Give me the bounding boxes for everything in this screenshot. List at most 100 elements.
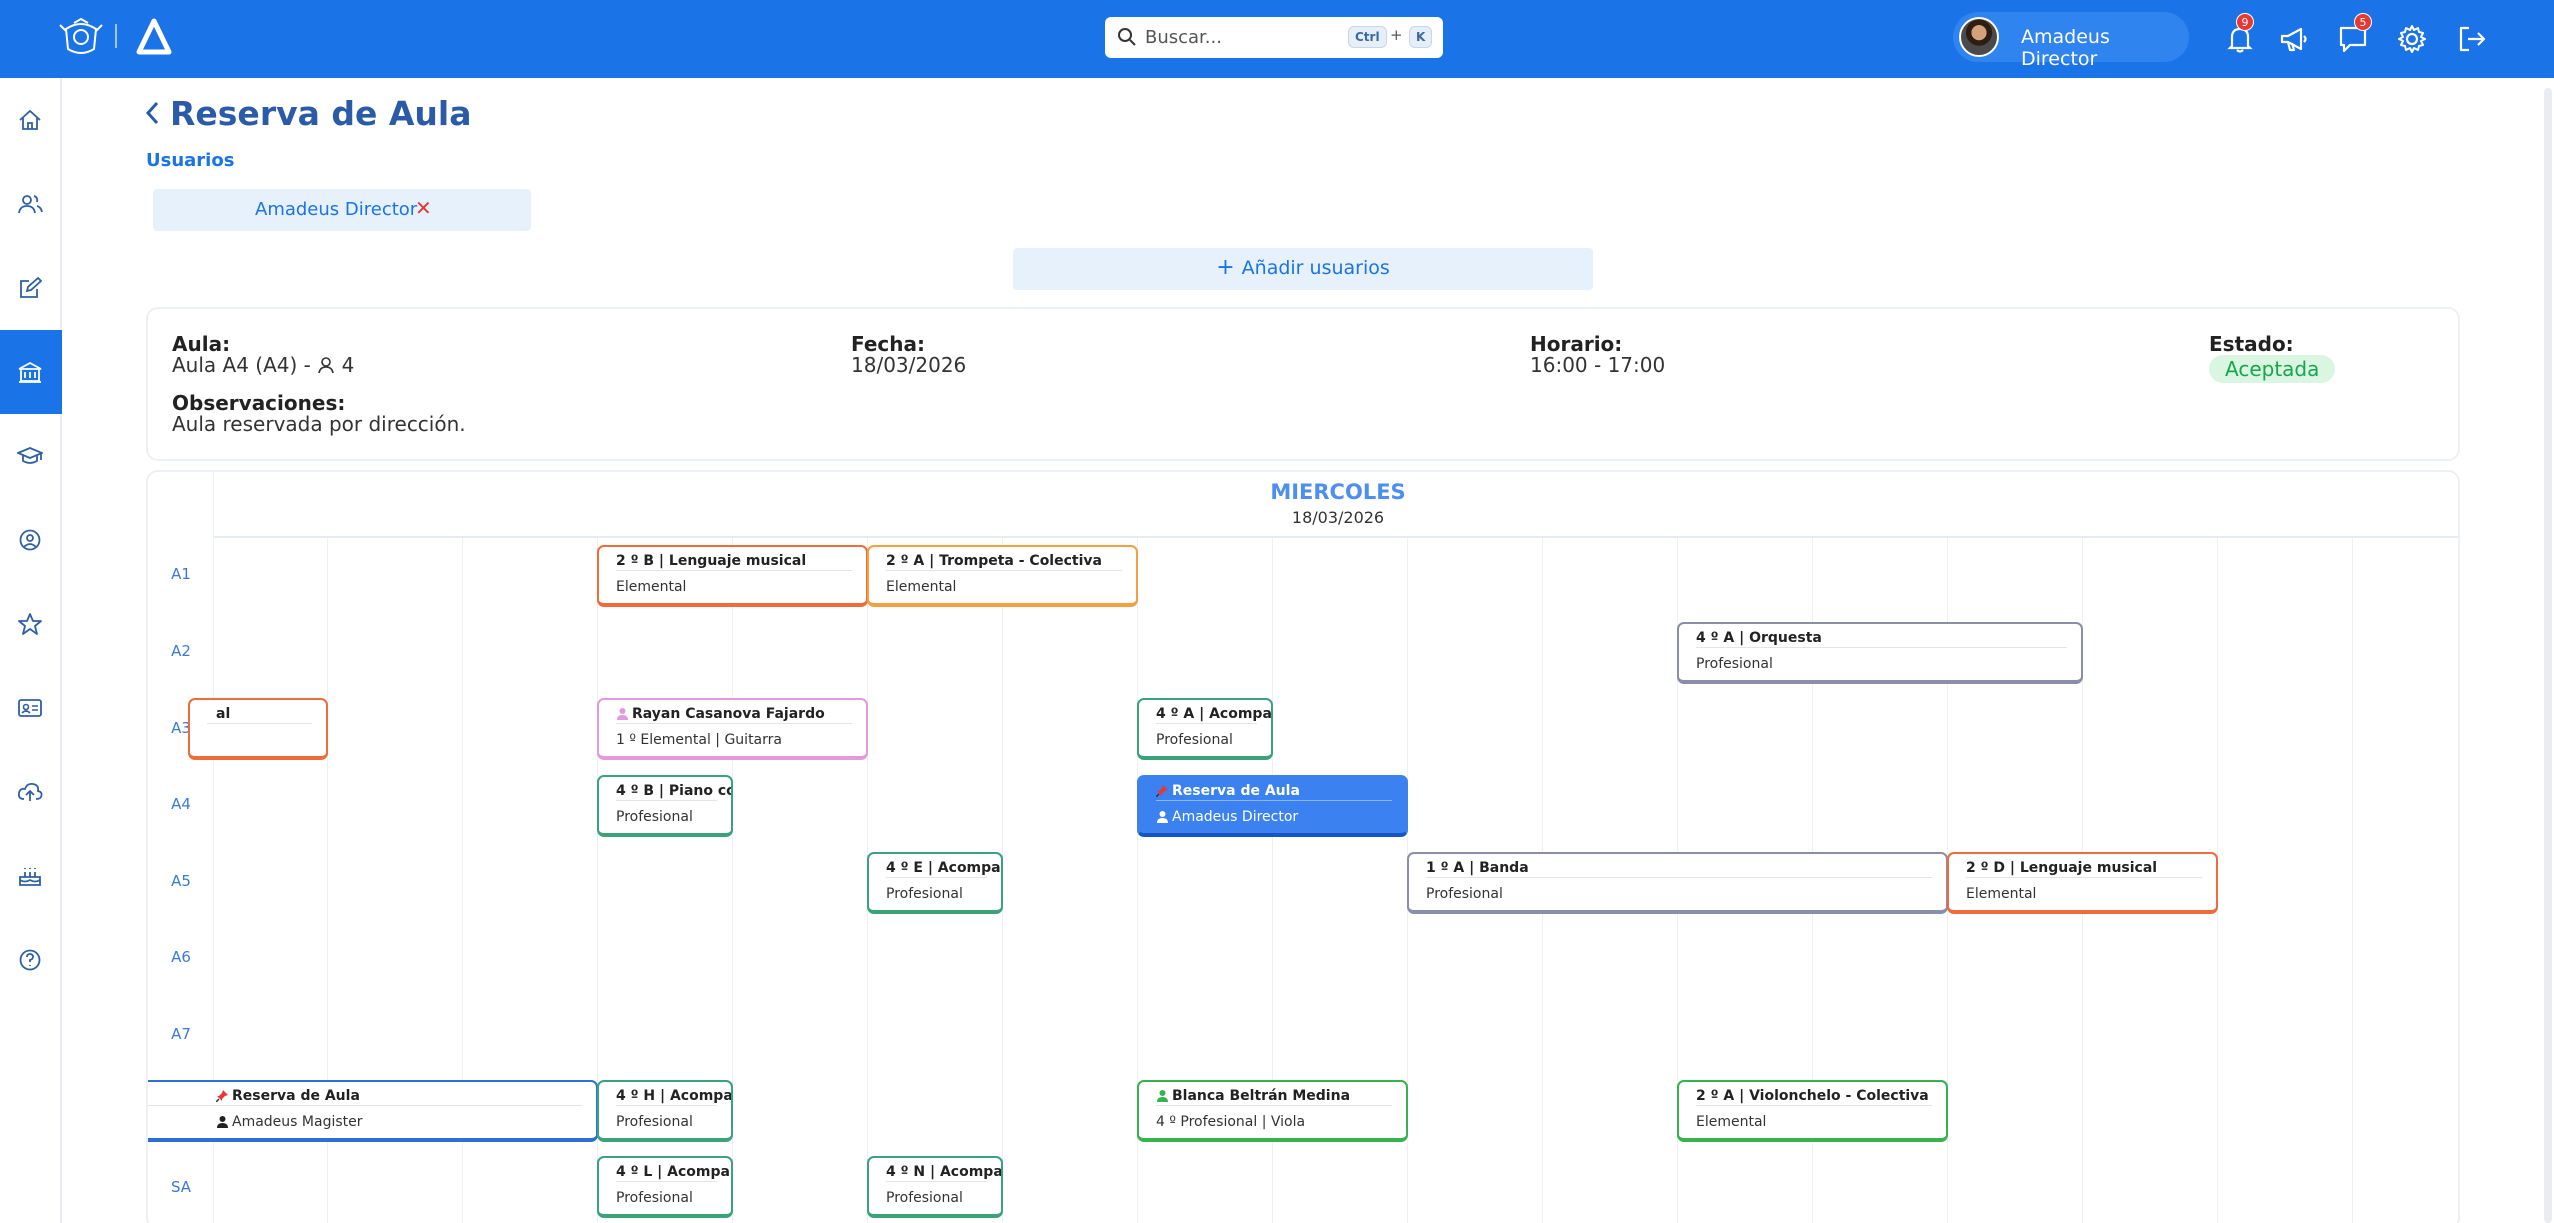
aula-capacity: 4 (341, 353, 355, 377)
event-card[interactable]: 4 º A | Acompañamiento Profesional (1137, 698, 1273, 760)
sidebar-item-profile[interactable] (0, 498, 62, 582)
event-card[interactable]: Blanca Beltrán Medina 4 º Profesional | V… (1137, 1080, 1408, 1142)
row-label-sa: SA (170, 1178, 192, 1196)
event-title: 4 º N | Acompañamiento (886, 1164, 1003, 1180)
sidebar-item-birthdays[interactable] (0, 834, 62, 918)
event-card[interactable]: 4 º B | Piano complementario Profesional (597, 775, 733, 837)
event-card[interactable]: Reserva de Aula Amadeus Magister (148, 1080, 598, 1142)
row-label-a6: A6 (171, 948, 191, 966)
event-divider (616, 1181, 717, 1182)
home-icon (19, 109, 41, 130)
event-card[interactable]: 2 º A | Trompeta - Colectiva Elemental (867, 545, 1138, 607)
sidebar-item-edit[interactable] (0, 246, 62, 330)
event-subtitle: Elemental (886, 579, 957, 595)
event-title: 2 º B | Lenguaje musical (616, 553, 807, 569)
event-card[interactable]: 2 º B | Lenguaje musical Elemental (597, 545, 868, 607)
top-bar: Buscar... Ctrl + K Amadeus Director 9 5 (0, 0, 2554, 78)
event-card[interactable]: 4 º N | Acompañamiento Profesional (867, 1156, 1003, 1218)
fecha-value: 18/03/2026 (851, 353, 967, 377)
event-divider (886, 1181, 987, 1182)
event-divider (1696, 1105, 1932, 1106)
crest-logo-icon[interactable] (56, 17, 106, 57)
sidebar-item-users[interactable] (0, 162, 62, 246)
event-title: Reserva de Aula (1156, 783, 1300, 799)
status-badge: Aceptada (2209, 355, 2336, 383)
event-divider (616, 800, 717, 801)
event-subtitle: Elemental (1966, 886, 2037, 902)
building-icon (18, 361, 42, 383)
event-subtitle: 4 º Profesional | Viola (1156, 1114, 1306, 1130)
sidebar-item-home[interactable] (0, 78, 62, 162)
event-subtitle: Amadeus Magister (216, 1114, 363, 1130)
event-card[interactable]: Rayan Casanova Fajardo 1 º Elemental | Gu… (597, 698, 868, 760)
sidebar-item-favorites[interactable] (0, 582, 62, 666)
event-title: 4 º E | Acompañamiento (886, 860, 1001, 876)
star-icon (18, 613, 42, 635)
grid-line (2352, 538, 2353, 1223)
event-card[interactable]: 2 º D | Lenguaje musical Elemental (1947, 852, 2218, 914)
user-chip-name: Amadeus Director (255, 199, 418, 220)
reservation-details: Aula: Aula A4 (A4) - 4 Fecha: 18/03/2026… (146, 307, 2460, 461)
megaphone-icon[interactable] (2277, 22, 2311, 56)
event-card[interactable]: al (188, 698, 328, 760)
search-icon (1118, 28, 1136, 46)
graduation-cap-icon (17, 447, 43, 464)
logo-separator (115, 24, 117, 48)
back-chevron-icon[interactable] (142, 98, 162, 128)
event-card[interactable]: 4 º H | Acompañamiento Profesional (597, 1080, 733, 1142)
add-users-button[interactable]: + Añadir usuarios (1013, 248, 1593, 290)
logout-icon[interactable] (2455, 22, 2489, 56)
id-card-icon (18, 699, 42, 717)
event-title-text: Blanca Beltrán Medina (1172, 1088, 1351, 1104)
row-label-a7: A7 (171, 1025, 191, 1043)
row-label-a1: A1 (171, 565, 191, 583)
calendar-header: MIERCOLES 18/03/2026 (214, 472, 2458, 538)
event-title: Blanca Beltrán Medina (1156, 1088, 1350, 1104)
row-label-a5: A5 (171, 872, 191, 890)
page-scrollbar[interactable] (2544, 88, 2552, 1223)
event-title: 1 º A | Banda (1426, 860, 1529, 876)
event-divider (616, 723, 852, 724)
event-divider (1156, 1105, 1392, 1106)
sidebar-item-academic[interactable] (0, 414, 62, 498)
remove-user-button[interactable]: ✕ (415, 196, 432, 220)
event-title: 4 º L | Acompañamiento (616, 1164, 733, 1180)
day-calendar: MIERCOLES 18/03/2026 A1 A2 A3 A4 A5 A6 A… (146, 470, 2460, 1223)
gear-icon[interactable] (2395, 22, 2429, 56)
event-title: 4 º B | Piano complementario (616, 783, 731, 799)
help-icon (19, 949, 41, 971)
horario-value: 16:00 - 17:00 (1530, 353, 1666, 377)
messages-badge: 5 (2354, 13, 2372, 31)
sidebar-item-cards[interactable] (0, 666, 62, 750)
event-card[interactable]: 4 º L | Acompañamiento Profesional (597, 1156, 733, 1218)
kbd-k: K (1409, 26, 1433, 48)
calendar-date: 18/03/2026 (1291, 508, 1385, 527)
event-divider (886, 877, 987, 878)
event-card[interactable]: 1 º A | Banda Profesional (1407, 852, 1948, 914)
event-title-text: Rayan Casanova Fajardo (632, 706, 825, 722)
search-box[interactable]: Buscar... Ctrl + K (1105, 17, 1443, 58)
person-icon (217, 1116, 228, 1128)
event-card[interactable]: 4 º A | Orquesta Profesional (1677, 622, 2083, 684)
event-subtitle: Profesional (1696, 656, 1773, 672)
sidebar (0, 78, 62, 1223)
event-subtitle: Profesional (886, 1190, 963, 1206)
sidebar-item-upload[interactable] (0, 750, 62, 834)
person-icon (1157, 811, 1168, 823)
sidebar-item-classrooms[interactable] (0, 330, 62, 414)
sidebar-item-help[interactable] (0, 918, 62, 1002)
add-users-label: Añadir usuarios (1241, 257, 1390, 279)
event-title-text: Reserva de Aula (1172, 783, 1300, 799)
event-card[interactable]: 2 º A | Violonchelo - Colectiva Elemental (1677, 1080, 1948, 1142)
event-card-selected[interactable]: Reserva de Aula Amadeus Director (1137, 775, 1408, 837)
user-menu[interactable]: Amadeus Director (1953, 12, 2189, 70)
app-logo-icon[interactable] (136, 18, 172, 56)
event-divider (207, 723, 312, 724)
event-title: Reserva de Aula (216, 1088, 360, 1104)
kbd-ctrl: Ctrl (1348, 26, 1387, 48)
event-divider (1696, 647, 2067, 648)
event-subtitle: Profesional (1156, 732, 1233, 748)
row-label-a4: A4 (171, 795, 191, 813)
event-card[interactable]: 4 º E | Acompañamiento Profesional (867, 852, 1003, 914)
event-divider (616, 1105, 717, 1106)
